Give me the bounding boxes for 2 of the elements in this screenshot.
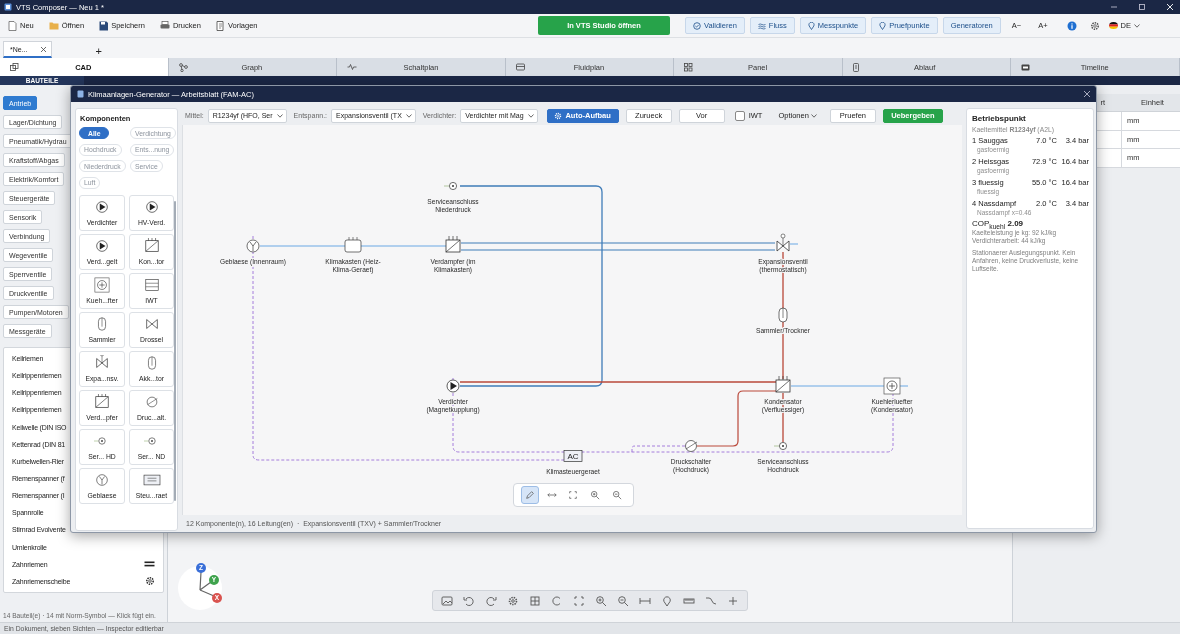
panel-title: Betriebspunkt <box>972 114 1027 123</box>
cop-value: COP$_{kuehl}$ 2.09 <box>972 219 1025 229</box>
